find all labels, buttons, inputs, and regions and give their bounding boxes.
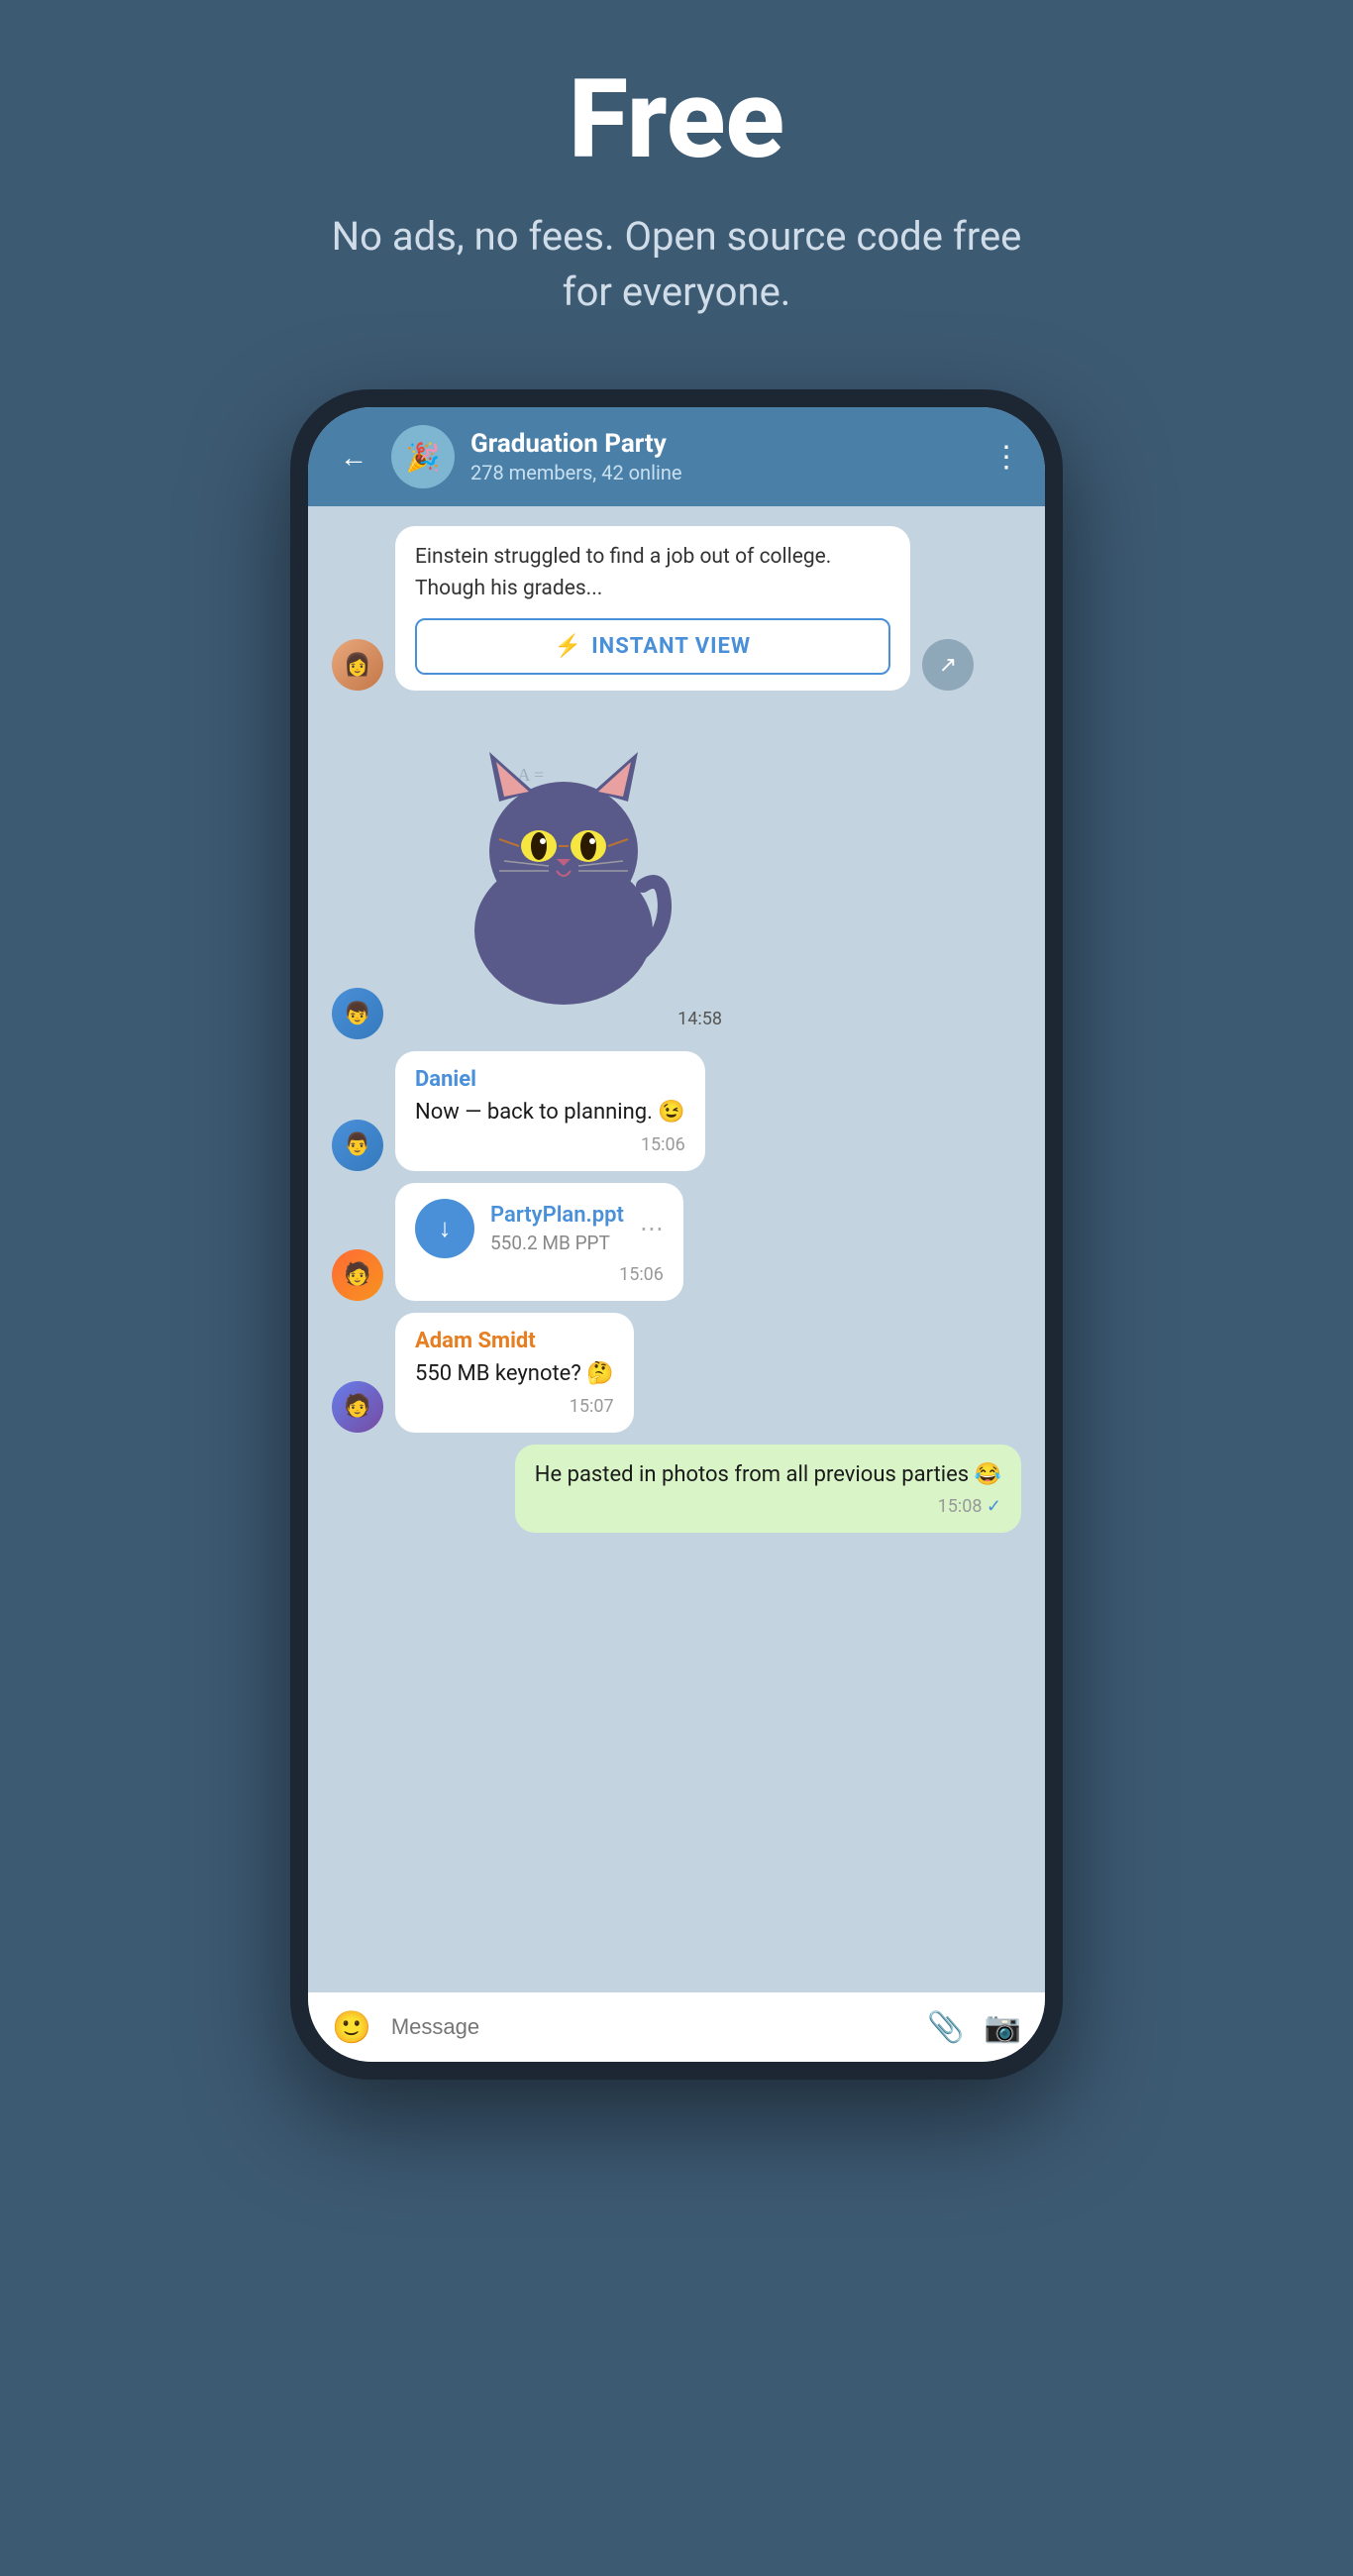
sticker-sender-avatar: 👦 — [332, 988, 383, 1039]
back-button[interactable]: ← — [332, 437, 375, 478]
daniel-avatar: 👨 — [332, 1120, 383, 1171]
chat-header: ← 🎉 Graduation Party 278 members, 42 onl… — [308, 407, 1045, 506]
chat-info: Graduation Party 278 members, 42 online — [470, 429, 976, 484]
article-sender-avatar: 👩 — [332, 639, 383, 691]
sticker-row: 👦 A = V = l² P = 2πr A = πr² s = √(r² + … — [332, 702, 1021, 1039]
outgoing-message-row: He pasted in photos from all previous pa… — [332, 1445, 1021, 1534]
adam-avatar: 🧑 — [332, 1381, 383, 1433]
adam-message-time: 15:07 — [415, 1396, 614, 1417]
file-size: 550.2 MB PPT — [490, 1232, 624, 1254]
article-bubble: Einstein struggled to find a job out of … — [395, 526, 910, 691]
file-info: PartyPlan.ppt 550.2 MB PPT — [490, 1203, 624, 1254]
chat-body: 👩 Einstein struggled to find a job out o… — [308, 506, 1045, 1992]
share-button[interactable]: ↗ — [922, 639, 974, 691]
daniel-message-row: 👨 Daniel Now — back to planning. 😉 15:06 — [332, 1051, 1021, 1171]
instant-view-label: INSTANT VIEW — [591, 634, 751, 659]
article-message-row: 👩 Einstein struggled to find a job out o… — [332, 526, 1021, 691]
chat-meta: 278 members, 42 online — [470, 461, 976, 484]
chat-input-bar: 🙂 📎 📷 — [308, 1992, 1045, 2062]
file-row: ↓ PartyPlan.ppt 550.2 MB PPT ⋯ — [415, 1199, 664, 1258]
sticker-container: A = V = l² P = 2πr A = πr² s = √(r² + h²… — [395, 702, 732, 1039]
file-menu-button[interactable]: ⋯ — [640, 1215, 664, 1242]
adam-sender-name: Adam Smidt — [415, 1329, 614, 1353]
hero-title: Free — [569, 59, 784, 179]
emoji-button[interactable]: 🙂 — [332, 2008, 371, 2046]
daniel-sender-name: Daniel — [415, 1067, 685, 1092]
message-input[interactable] — [391, 2014, 907, 2040]
phone-mockup: ← 🎉 Graduation Party 278 members, 42 onl… — [290, 389, 1063, 2080]
outgoing-bubble: He pasted in photos from all previous pa… — [515, 1445, 1021, 1534]
adam-message-row: 🧑 Adam Smidt 550 MB keynote? 🤔 15:07 — [332, 1313, 1021, 1433]
hero-subtitle: No ads, no fees. Open source code free f… — [330, 209, 1023, 320]
camera-button[interactable]: 📷 — [985, 2010, 1021, 2045]
article-preview-text: Einstein struggled to find a job out of … — [415, 542, 890, 604]
file-sender-avatar: 🧑 — [332, 1249, 383, 1301]
chat-name: Graduation Party — [470, 429, 976, 459]
bolt-icon: ⚡ — [555, 634, 581, 659]
group-avatar: 🎉 — [391, 425, 455, 488]
file-message-row: 🧑 ↓ PartyPlan.ppt 550.2 MB PPT ⋯ 15:06 — [332, 1183, 1021, 1301]
attach-button[interactable]: 📎 — [927, 2010, 964, 2045]
adam-bubble: Adam Smidt 550 MB keynote? 🤔 15:07 — [395, 1313, 634, 1433]
file-bubble: ↓ PartyPlan.ppt 550.2 MB PPT ⋯ 15:06 — [395, 1183, 683, 1301]
file-download-button[interactable]: ↓ — [415, 1199, 474, 1258]
header-menu-button[interactable]: ⋮ — [991, 440, 1021, 475]
daniel-bubble: Daniel Now — back to planning. 😉 15:06 — [395, 1051, 705, 1171]
file-message-time: 15:06 — [415, 1264, 664, 1285]
daniel-message-text: Now — back to planning. 😉 — [415, 1098, 685, 1128]
instant-view-button[interactable]: ⚡ INSTANT VIEW — [415, 618, 890, 675]
cat-sticker — [395, 702, 732, 1039]
daniel-message-time: 15:06 — [415, 1134, 685, 1155]
adam-message-text: 550 MB keynote? 🤔 — [415, 1359, 614, 1390]
outgoing-message-time: 15:08 — [535, 1496, 1001, 1517]
outgoing-message-text: He pasted in photos from all previous pa… — [535, 1460, 1001, 1491]
file-name: PartyPlan.ppt — [490, 1203, 624, 1228]
cat-sticker-svg — [445, 732, 682, 1010]
